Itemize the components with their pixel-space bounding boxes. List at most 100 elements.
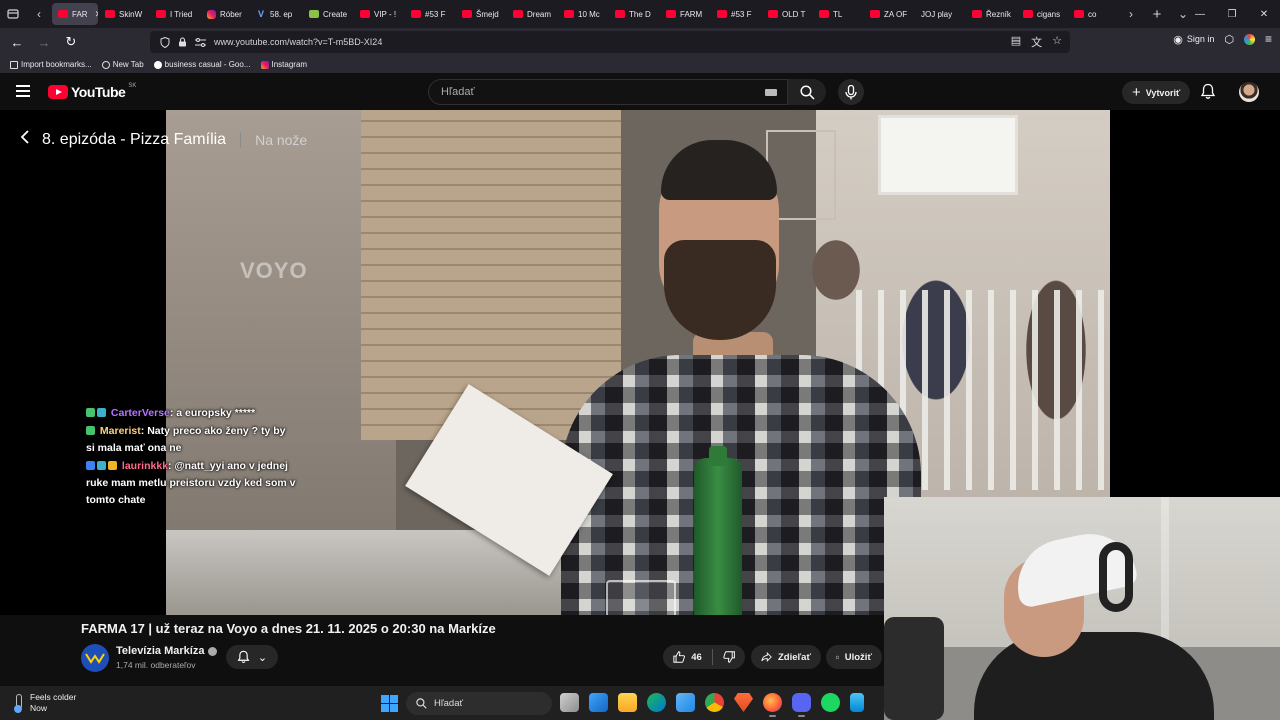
- tab-label: Create: [323, 9, 348, 19]
- browser-tab[interactable]: OLD T: [762, 3, 812, 25]
- app-menu-icon[interactable]: ≡: [1265, 32, 1272, 46]
- browser-tab[interactable]: FAR ✕: [52, 3, 98, 25]
- task-view-icon[interactable]: [560, 693, 579, 712]
- browser-tab[interactable]: TL: [813, 3, 863, 25]
- new-tab-icon[interactable]: +: [1144, 0, 1170, 28]
- tab-label: ZA OF: [884, 9, 908, 19]
- translate-icon[interactable]: 文: [1031, 34, 1042, 50]
- save-button[interactable]: Uložiť: [826, 645, 882, 669]
- forward-icon[interactable]: →: [32, 30, 56, 54]
- nav-right-actions: ◉ Sign in ⬡ ≡: [1173, 32, 1272, 46]
- browser-tab[interactable]: co: [1068, 3, 1118, 25]
- hamburger-menu-icon[interactable]: [16, 85, 30, 97]
- bookmark-instagram[interactable]: Instagram: [260, 60, 307, 69]
- browser-tab[interactable]: #53 F: [405, 3, 455, 25]
- sign-in-link[interactable]: Sign in: [1187, 34, 1215, 44]
- discord-icon[interactable]: [792, 693, 811, 717]
- tab-scroll-left-icon[interactable]: ‹: [26, 0, 52, 28]
- thumbs-down-icon[interactable]: [723, 650, 735, 664]
- browser-tab[interactable]: Dream: [507, 3, 557, 25]
- search-input[interactable]: Hľadať: [428, 79, 788, 105]
- channel-name-link[interactable]: Televízia Markíza: [116, 645, 218, 657]
- browser-tab[interactable]: cigans: [1017, 3, 1067, 25]
- create-label: Vytvoriť: [1145, 87, 1181, 98]
- url-text[interactable]: www.youtube.com/watch?v=T-m5BD-XI24: [214, 37, 382, 47]
- extensions-icon[interactable]: ⬡: [1224, 33, 1234, 46]
- browser-tab[interactable]: I Tried: [150, 3, 200, 25]
- chrome-icon[interactable]: [705, 693, 724, 712]
- browser-tab[interactable]: #53 F: [711, 3, 761, 25]
- browser-tab[interactable]: Create: [303, 3, 353, 25]
- browser-tab[interactable]: V 58. ep: [252, 3, 302, 25]
- bookmark-new-tab[interactable]: New Tab: [101, 60, 144, 69]
- youtube-play-icon: [48, 85, 68, 99]
- save-label: Uložiť: [844, 651, 872, 663]
- youtube-logo[interactable]: YouTube SK: [48, 83, 137, 100]
- bookmark-star-icon[interactable]: ☆: [1052, 34, 1062, 50]
- episode-subtitle[interactable]: Na nože: [255, 132, 307, 148]
- browser-tab[interactable]: Róber: [201, 3, 251, 25]
- player-title-bar: 8. epizóda - Pizza Família Na nože: [20, 130, 307, 149]
- tab-close-icon[interactable]: ✕: [95, 9, 98, 20]
- brave-icon[interactable]: [734, 693, 753, 712]
- bookmark-import[interactable]: Import bookmarks...: [10, 60, 92, 69]
- browser-tab[interactable]: ZA OF: [864, 3, 914, 25]
- url-bar[interactable]: www.youtube.com/watch?v=T-m5BD-XI24 ▤ 文 …: [150, 31, 1070, 53]
- spotify-icon[interactable]: [821, 693, 840, 712]
- notepad-icon[interactable]: [850, 693, 864, 712]
- browser-tab[interactable]: 10 Mc: [558, 3, 608, 25]
- episode-title[interactable]: 8. epizóda - Pizza Família: [42, 131, 226, 149]
- windows-taskbar: Feels colder Now Hľadať: [0, 686, 884, 720]
- reader-view-icon[interactable]: ▤: [1011, 34, 1021, 50]
- windows-start-icon[interactable]: [381, 695, 398, 712]
- browser-tab[interactable]: JOJ play: [915, 3, 965, 25]
- youtube-icon: [564, 10, 574, 18]
- close-window-icon[interactable]: ✕: [1248, 0, 1280, 28]
- weather-widget[interactable]: Feels colder Now: [12, 692, 76, 714]
- user-avatar[interactable]: [1239, 82, 1259, 102]
- tab-label: TL: [833, 9, 843, 19]
- like-count[interactable]: 46: [691, 652, 702, 663]
- browser-tab[interactable]: SkinW: [99, 3, 149, 25]
- voice-search-button[interactable]: [838, 79, 864, 105]
- back-arrow-icon[interactable]: [20, 130, 30, 149]
- account-icon[interactable]: ◉: [1173, 33, 1183, 46]
- store-icon[interactable]: [589, 693, 608, 712]
- create-button[interactable]: + Vytvoriť: [1122, 81, 1191, 104]
- browser-tab[interactable]: The D: [609, 3, 659, 25]
- tab-label: Řezník: [986, 9, 1011, 19]
- lock-icon[interactable]: [178, 37, 187, 47]
- restore-icon[interactable]: ❐: [1216, 0, 1248, 28]
- channel-avatar[interactable]: [81, 644, 109, 672]
- taskbar-search-input[interactable]: Hľadať: [406, 692, 552, 715]
- notifications-bell-icon[interactable]: [1200, 83, 1216, 105]
- badge-icon: [97, 408, 106, 417]
- search-button[interactable]: [788, 79, 826, 105]
- tab-scroll-right-icon[interactable]: ›: [1118, 0, 1144, 28]
- file-explorer-icon[interactable]: [618, 693, 637, 712]
- country-code: SK: [128, 83, 137, 89]
- permissions-icon[interactable]: [195, 37, 206, 47]
- youtube-icon: [819, 10, 829, 18]
- bookmark-business-casual[interactable]: business casual - Goo...: [153, 60, 251, 69]
- browser-tab[interactable]: FARM: [660, 3, 710, 25]
- tab-label: VIP - !: [374, 9, 397, 19]
- share-button[interactable]: Zdieľať: [751, 645, 821, 669]
- browser-tab[interactable]: VIP - !: [354, 3, 404, 25]
- youtube-icon: [1074, 10, 1084, 18]
- reload-icon[interactable]: ↻: [59, 30, 83, 54]
- shield-icon[interactable]: [160, 36, 170, 48]
- bookmarks-bar: Import bookmarks... New Tab business cas…: [0, 56, 1280, 73]
- browser-tab[interactable]: Šmejd: [456, 3, 506, 25]
- subscription-bell-button[interactable]: ⌄: [226, 645, 278, 669]
- minimize-icon[interactable]: —: [1184, 0, 1216, 28]
- thumbs-up-icon[interactable]: [673, 650, 685, 664]
- keyboard-icon[interactable]: [765, 89, 777, 96]
- tab-overview-icon[interactable]: [0, 0, 26, 28]
- back-icon[interactable]: ←: [5, 30, 29, 54]
- photos-icon[interactable]: [676, 693, 695, 712]
- firefox-icon[interactable]: [763, 693, 782, 717]
- edge-icon[interactable]: [647, 693, 666, 712]
- browser-tab[interactable]: Řezník: [966, 3, 1016, 25]
- color-extension-icon[interactable]: [1243, 33, 1255, 45]
